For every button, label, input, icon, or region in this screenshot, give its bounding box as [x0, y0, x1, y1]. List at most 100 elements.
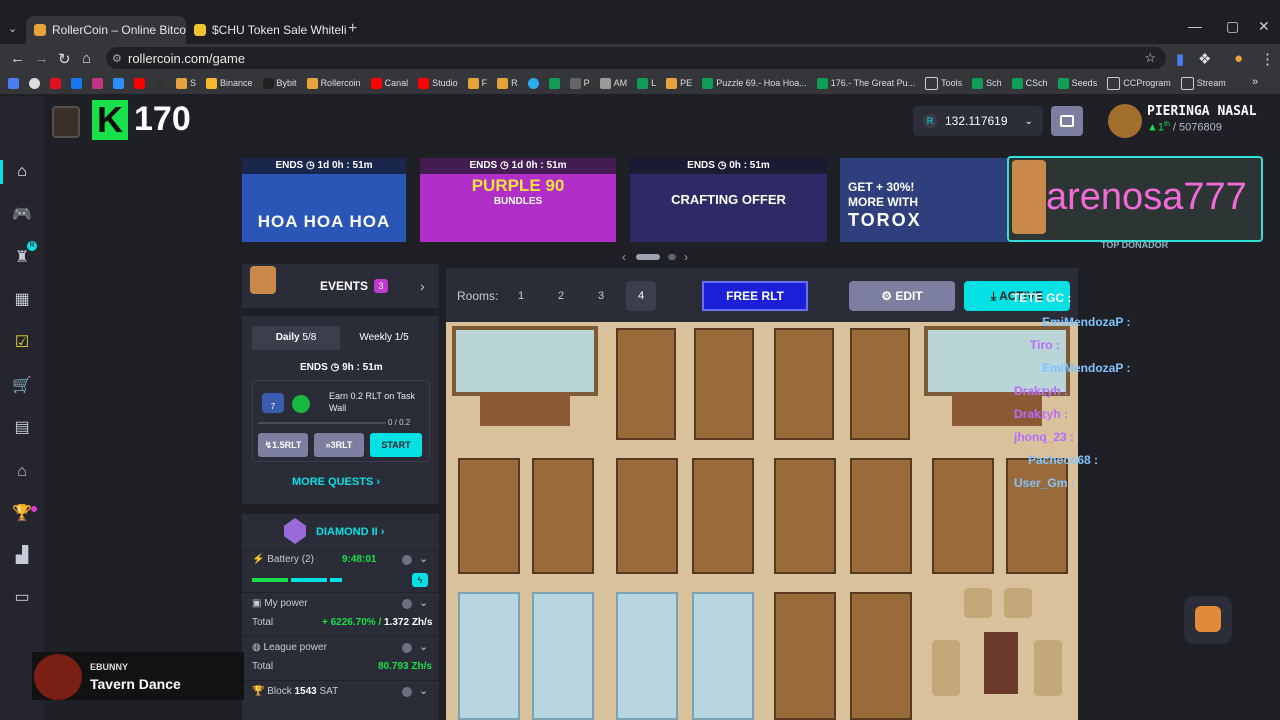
tab-daily[interactable]: Daily 5/8: [252, 326, 340, 350]
miner-rack[interactable]: [932, 458, 994, 574]
home-icon[interactable]: ⌂: [82, 50, 91, 67]
bookmark-icon[interactable]: [155, 77, 166, 89]
shop-icon[interactable]: ⌂: [12, 462, 32, 482]
bookmark-176[interactable]: 176.- The Great Pu...: [816, 77, 915, 89]
carousel-next-icon[interactable]: ›: [684, 250, 688, 264]
info-icon[interactable]: [402, 643, 412, 653]
avatar[interactable]: [1108, 104, 1142, 138]
room-4-button[interactable]: 4: [626, 281, 656, 311]
bookmark-s[interactable]: S: [176, 77, 196, 89]
marketplace-cart-icon[interactable]: 🛒: [12, 376, 32, 396]
bookmark-binance[interactable]: Binance: [206, 77, 253, 89]
edit-button[interactable]: ⚙ EDIT: [849, 281, 955, 311]
window-close-icon[interactable]: ✕: [1258, 18, 1270, 35]
miner-rack[interactable]: [532, 592, 594, 720]
tab-chu[interactable]: $CHU Token Sale Whitelist | Ch ✕: [186, 16, 346, 44]
miner-rack[interactable]: [694, 328, 754, 440]
address-bar[interactable]: ⚙ rollercoin.com/game ☆: [106, 47, 1166, 69]
banner-hoa-hoa-hoa[interactable]: ENDS ◷ 1d 0h : 51m HOA HOA HOA: [242, 158, 406, 242]
bookmark-pe[interactable]: PE: [666, 77, 692, 89]
bookmark-am[interactable]: AM: [599, 77, 627, 89]
chevron-down-icon[interactable]: ⌄: [419, 684, 428, 697]
chevron-down-icon[interactable]: ⌄: [419, 552, 428, 565]
menu-kebab-icon[interactable]: ⋮: [1260, 50, 1275, 68]
miner-rack[interactable]: [616, 458, 678, 574]
tasks-icon[interactable]: ☑: [12, 333, 32, 353]
start-button[interactable]: START: [370, 433, 422, 457]
bookmark-tools[interactable]: Tools: [925, 76, 962, 90]
bookmark-icon[interactable]: [71, 77, 82, 89]
home-nav-icon[interactable]: ⌂: [12, 162, 32, 182]
miner-rack[interactable]: [692, 458, 754, 574]
miner-rack[interactable]: [616, 592, 678, 720]
extensions-puzzle-icon[interactable]: ❖: [1198, 50, 1211, 68]
bookmark-stream[interactable]: Stream: [1180, 76, 1226, 90]
bookmark-studio[interactable]: Studio: [418, 77, 458, 89]
bookmark-f[interactable]: F: [467, 77, 487, 89]
bookmark-icon[interactable]: [527, 77, 539, 89]
balance-selector[interactable]: R 132.117619 ⌄: [913, 106, 1043, 136]
bookmark-rollercoin[interactable]: Rollercoin: [306, 77, 361, 89]
games-icon[interactable]: 🎮: [12, 205, 32, 225]
bookmark-puzzle-69[interactable]: Puzzle 69.- Hoa Hoa...: [702, 77, 807, 89]
miner-rack[interactable]: [774, 458, 836, 574]
forward-icon[interactable]: →: [34, 50, 49, 67]
room-3-button[interactable]: 3: [586, 281, 616, 311]
carousel-dot[interactable]: [668, 254, 676, 260]
room-1-button[interactable]: 1: [506, 281, 536, 311]
miner-rack[interactable]: [692, 592, 754, 720]
storage-icon[interactable]: ▤: [12, 418, 32, 438]
bookmark-canal[interactable]: Canal: [370, 77, 408, 89]
miner-rack[interactable]: [532, 458, 594, 574]
chevron-right-icon[interactable]: ›: [420, 278, 425, 294]
info-icon[interactable]: [402, 687, 412, 697]
bookmark-bybit[interactable]: Bybit: [262, 77, 297, 89]
info-icon[interactable]: [402, 599, 412, 609]
banner-purple-90[interactable]: ENDS ◷ 1d 0h : 51m PURPLE 90 BUNDLES: [420, 158, 616, 242]
new-tab-icon[interactable]: +: [348, 20, 357, 38]
crafting-icon[interactable]: ▦: [12, 290, 32, 310]
quest-button-3rlt[interactable]: »3RLT: [314, 433, 364, 457]
miner-rack[interactable]: [850, 458, 912, 574]
extension-icon[interactable]: ▮: [1176, 50, 1184, 68]
miner-rack[interactable]: [616, 328, 676, 440]
mining-icon[interactable]: ▟: [12, 546, 32, 566]
user-miner-avatar[interactable]: [52, 106, 80, 138]
bookmark-seeds[interactable]: Seeds: [1057, 77, 1097, 89]
rewards-icon[interactable]: ♜: [12, 248, 32, 268]
bookmark-l[interactable]: L: [637, 77, 656, 89]
miner-rack[interactable]: [850, 592, 912, 720]
profile-icon[interactable]: ●: [1234, 50, 1243, 67]
bookmarks-overflow-icon[interactable]: »: [1252, 76, 1258, 88]
league-name[interactable]: DIAMOND II ›: [316, 526, 384, 538]
miner-rack[interactable]: [774, 328, 834, 440]
miner-rack[interactable]: [774, 592, 836, 720]
tab-weekly[interactable]: Weekly 1/5: [340, 326, 428, 350]
wallet-button[interactable]: [1051, 106, 1083, 136]
bookmark-icon[interactable]: [50, 77, 61, 89]
bookmark-icon[interactable]: [113, 77, 124, 89]
miner-rack[interactable]: [458, 458, 520, 574]
tab-rollercoin[interactable]: RollerCoin – Online Bitcoin Mining ✕: [26, 16, 186, 44]
reload-icon[interactable]: ↻: [58, 50, 71, 68]
room-2-button[interactable]: 2: [546, 281, 576, 311]
maximize-icon[interactable]: ▢: [1226, 18, 1239, 35]
bookmark-star-icon[interactable]: ☆: [1144, 50, 1156, 66]
miner-rack[interactable]: [458, 592, 520, 720]
bookmark-icon[interactable]: [548, 77, 560, 89]
carousel-dot-active[interactable]: [636, 254, 660, 260]
banner-torox[interactable]: GET + 30%! MORE WITH TOROX: [840, 158, 1010, 242]
carousel-prev-icon[interactable]: ‹: [622, 250, 626, 264]
more-quests-link[interactable]: MORE QUESTS ›: [292, 476, 380, 488]
banner-crafting-offer[interactable]: ENDS ◷ 0h : 51m CRAFTING OFFER: [630, 158, 827, 242]
quest-button-1-5rlt[interactable]: ↯1.5RLT: [258, 433, 308, 457]
tab-search-icon[interactable]: ⌄: [8, 22, 17, 35]
minimize-icon[interactable]: —: [1188, 18, 1202, 34]
site-info-icon[interactable]: ⚙: [112, 52, 122, 65]
info-icon[interactable]: [402, 555, 412, 565]
free-rlt-button[interactable]: FREE RLT: [702, 281, 808, 311]
back-icon[interactable]: ←: [10, 50, 25, 67]
bookmark-r[interactable]: R: [497, 77, 518, 89]
battery-boost-icon[interactable]: ϟ: [412, 573, 428, 587]
bookmark-icon[interactable]: [29, 77, 40, 89]
